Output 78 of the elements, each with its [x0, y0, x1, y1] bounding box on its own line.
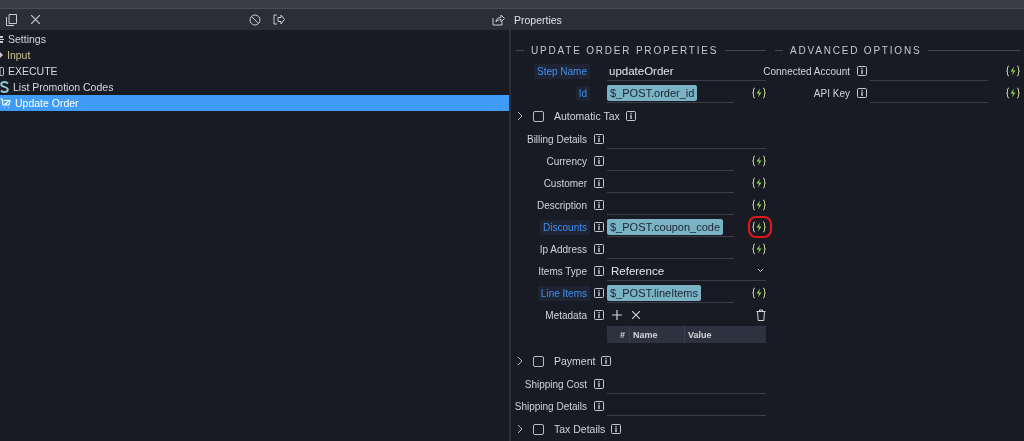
- field-value: updateOrder: [608, 64, 674, 77]
- dynamic-data-icon[interactable]: [752, 87, 766, 99]
- info-icon[interactable]: [593, 134, 604, 144]
- info-icon[interactable]: [593, 244, 604, 254]
- value-chip[interactable]: $_POST.order_id: [607, 84, 698, 101]
- info-icon[interactable]: [856, 66, 867, 76]
- info-icon[interactable]: [593, 178, 604, 188]
- info-icon[interactable]: [593, 200, 604, 210]
- field-label: Description: [535, 198, 588, 213]
- checkbox[interactable]: [533, 355, 544, 367]
- plus-icon[interactable]: [612, 310, 622, 320]
- info-icon[interactable]: [593, 401, 604, 411]
- tree-item[interactable]: EXECUTE: [0, 63, 509, 79]
- field-label: Items Type: [537, 264, 588, 279]
- column-header: #: [619, 328, 626, 342]
- dynamic-data-icon[interactable]: [752, 243, 766, 255]
- dynamic-data-icon[interactable]: [752, 221, 766, 233]
- info-icon[interactable]: [593, 379, 604, 389]
- info-icon[interactable]: [601, 356, 612, 366]
- dynamic-data-icon[interactable]: [752, 155, 766, 167]
- tree-item[interactable]: Input: [0, 47, 509, 63]
- checkbox[interactable]: [533, 110, 544, 122]
- value-chip[interactable]: $_POST.coupon_code: [607, 218, 724, 235]
- dynamic-data-icon[interactable]: [752, 199, 766, 211]
- info-icon[interactable]: [593, 310, 604, 320]
- export-button[interactable]: [271, 12, 286, 27]
- field-label: Shipping Details: [513, 399, 588, 414]
- share-button[interactable]: [491, 12, 505, 27]
- info-icon[interactable]: [856, 88, 867, 98]
- input-field[interactable]: $_POST.lineItems: [607, 283, 734, 303]
- field-label: Currency: [545, 154, 588, 169]
- input-field[interactable]: $_POST.order_id: [607, 83, 734, 103]
- field-label: Customer: [542, 176, 588, 191]
- field-label: Id: [575, 85, 590, 101]
- tree-item[interactable]: List Promotion Codes: [0, 79, 509, 95]
- chevron-icon[interactable]: [516, 424, 524, 434]
- column-header: Name: [629, 326, 684, 343]
- field-label: API Key: [812, 86, 851, 101]
- section-title: UPDATE ORDER PROPERTIES: [531, 44, 719, 56]
- info-icon[interactable]: [593, 288, 604, 298]
- s-logo-icon: [0, 81, 9, 93]
- input-field[interactable]: $_POST.coupon_code: [607, 217, 734, 237]
- field-label: Step Name: [533, 63, 590, 79]
- field-label: Ip Address: [538, 242, 588, 257]
- value-chip[interactable]: $_POST.lineItems: [607, 284, 702, 301]
- dynamic-data-icon[interactable]: [752, 177, 766, 189]
- chevron-icon[interactable]: [516, 356, 524, 366]
- tree-item[interactable]: Settings: [0, 31, 509, 47]
- close-button[interactable]: [28, 12, 42, 27]
- chevron-icon[interactable]: [516, 111, 524, 121]
- arrow-icon: [0, 52, 3, 58]
- field-label: Line Items: [537, 285, 590, 301]
- close-icon[interactable]: [632, 311, 640, 319]
- select-field[interactable]: Reference: [607, 261, 766, 281]
- chevron-down-icon: [757, 268, 764, 273]
- cart-icon: [0, 97, 11, 109]
- field-label: Shipping Cost: [523, 377, 588, 392]
- trash-icon[interactable]: [756, 309, 766, 321]
- group-label: Payment: [554, 355, 596, 367]
- dynamic-data-icon[interactable]: [1006, 87, 1020, 99]
- info-icon[interactable]: [593, 156, 604, 166]
- info-icon[interactable]: [593, 266, 604, 276]
- info-icon[interactable]: [625, 111, 636, 121]
- dynamic-data-icon[interactable]: [1006, 65, 1020, 77]
- field-label: Discounts: [540, 219, 590, 235]
- column-header: Value: [684, 326, 766, 343]
- copy-button[interactable]: [4, 12, 18, 27]
- info-icon[interactable]: [611, 424, 622, 434]
- panel-title: Properties: [511, 9, 1024, 30]
- field-label: Billing Details: [525, 132, 588, 147]
- section-title: ADVANCED OPTIONS: [790, 44, 922, 56]
- group-label: Tax Details: [554, 423, 606, 435]
- checkbox[interactable]: [533, 423, 544, 435]
- group-label: Automatic Tax: [554, 110, 620, 122]
- info-icon[interactable]: [593, 222, 604, 232]
- field-label: Metadata: [544, 308, 588, 323]
- dynamic-data-icon[interactable]: [752, 287, 766, 299]
- disable-button[interactable]: [247, 12, 262, 27]
